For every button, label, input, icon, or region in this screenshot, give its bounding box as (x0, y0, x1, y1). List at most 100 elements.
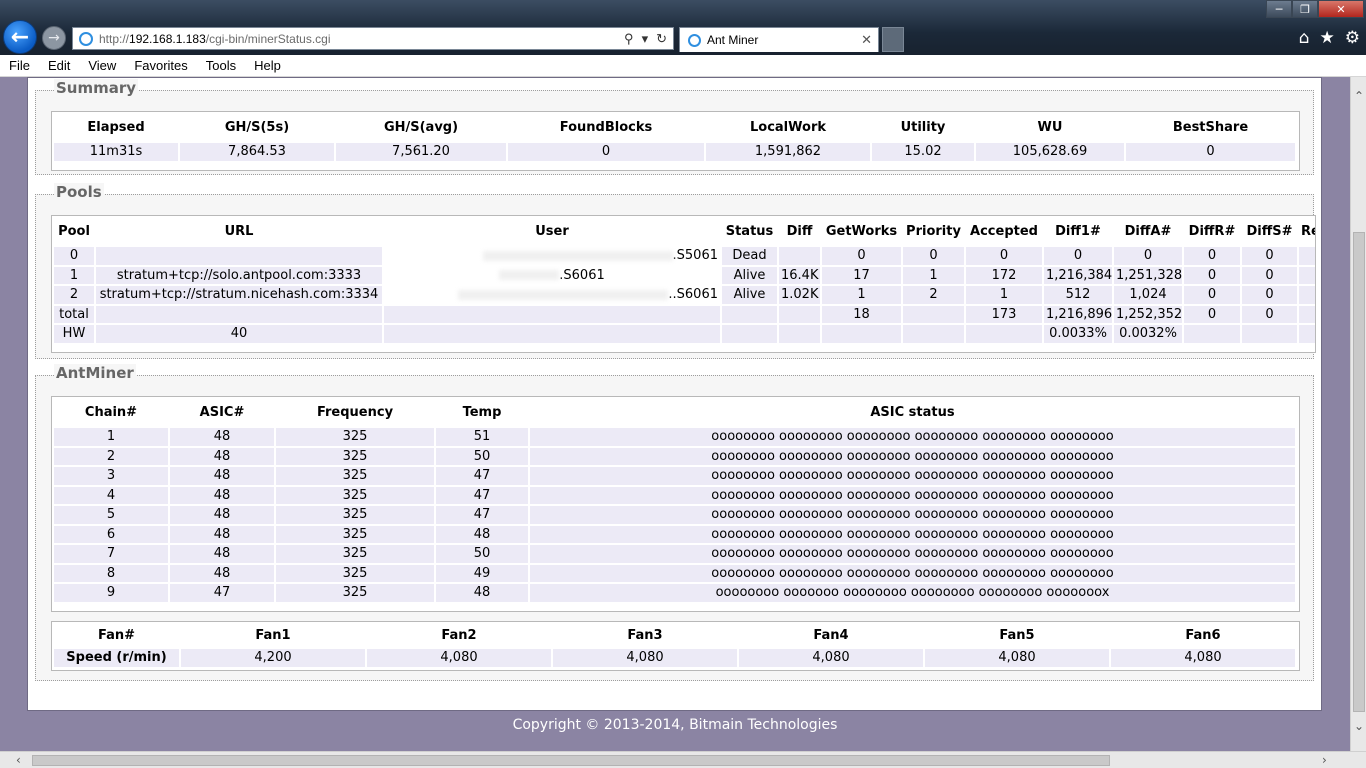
summary-cell: 11m31s (54, 143, 178, 161)
chain-cell: 48 (170, 525, 274, 543)
pools-legend: Pools (54, 183, 104, 201)
fans-header: Fan6 (1185, 628, 1221, 643)
fan-speed-label: Speed (r/min) (54, 649, 179, 667)
pool-cell: 0.0032% (1114, 325, 1182, 343)
chain-cell: 325 (276, 428, 434, 446)
pools-table: Pool URL User Status Diff GetWorks Prior… (52, 216, 1315, 345)
pool-cell (384, 325, 720, 343)
fans-header: Fan5 (999, 628, 1035, 643)
chain-cell: 48 (170, 486, 274, 504)
scroll-right-icon[interactable]: › (1322, 753, 1327, 767)
pool-cell: 173 (966, 305, 1042, 323)
redacted-blur (482, 250, 673, 261)
chain-cell: 47 (436, 506, 528, 524)
chains-header: Frequency (316, 405, 394, 420)
chain-cell: 47 (170, 584, 274, 602)
chain-cell: 2 (54, 447, 168, 465)
scroll-up-icon[interactable]: ⌃ (1351, 89, 1366, 103)
pool-cell: 0 (1299, 266, 1315, 284)
pools-header: Diff (786, 224, 813, 239)
chain-cell: 47 (436, 467, 528, 485)
pool-user: .S5061 (672, 248, 718, 264)
menu-tools[interactable]: Tools (197, 58, 245, 73)
horizontal-scrollbar[interactable]: ‹ › (0, 751, 1366, 768)
pool-row: 2 stratum+tcp://stratum.nicehash.com:333… (54, 286, 1315, 304)
chain-cell: 49 (436, 564, 528, 582)
pool-row: 0 .S5061 Dead 0 0 0 0 0 0 0 0 (54, 247, 1315, 265)
maximize-button[interactable]: ❐ (1292, 0, 1318, 18)
summary-header: GH/S(avg) (383, 120, 459, 135)
chain-cell: 47 (436, 486, 528, 504)
vertical-scrollbar[interactable]: ⌃ ⌄ (1350, 77, 1366, 751)
tab-ant-miner[interactable]: Ant Miner ✕ (679, 27, 879, 52)
horizontal-scroll-thumb[interactable] (32, 755, 1110, 766)
dropdown-icon[interactable]: ▾ (642, 31, 649, 47)
menu-view[interactable]: View (79, 58, 125, 73)
pool-cell: 1,252,352 (1114, 305, 1183, 323)
forward-button[interactable]: → (42, 26, 66, 50)
page-viewport: Summary Elapsed GH/S(5s) GH/S(avg) Found… (0, 77, 1350, 751)
scroll-left-icon[interactable]: ‹ (16, 753, 21, 767)
pool-cell: 0 (1299, 247, 1315, 265)
address-bar[interactable]: http://192.168.1.183/cgi-bin/minerStatus… (72, 27, 674, 50)
summary-header: WU (1037, 120, 1063, 135)
chain-cell: 325 (276, 525, 434, 543)
chains-header: Temp (462, 405, 502, 420)
chain-cell: 6 (54, 525, 168, 543)
chain-row: 6 48 325 48 oooooooo oooooooo oooooooo ooooo… (54, 525, 1295, 543)
pool-cell (903, 305, 964, 323)
chain-cell: 325 (276, 584, 434, 602)
chains-table: Chain# ASIC# Frequency Temp ASIC status … (52, 397, 1297, 604)
fans-table-box: Fan# Fan1 Fan2 Fan3 Fan4 Fan5 Fan6 Speed… (51, 621, 1300, 671)
pool-cell: 0 (1114, 247, 1182, 265)
pool-cell: 0 (54, 247, 94, 265)
search-icon[interactable]: ⚲ (624, 31, 634, 47)
pools-header: URL (224, 224, 254, 239)
pool-cell: 1,024 (1114, 286, 1182, 304)
chains-header: ASIC status (870, 405, 955, 420)
pool-cell: 2 (903, 286, 964, 304)
pool-cell: 1,251,328 (1114, 266, 1183, 284)
chain-cell: 50 (436, 545, 528, 563)
fan-speed-row: Speed (r/min) 4,200 4,080 4,080 4,080 4,… (54, 649, 1295, 667)
chain-cell: 8 (54, 564, 168, 582)
settings-gear-icon[interactable]: ⚙ (1345, 28, 1360, 48)
menu-favorites[interactable]: Favorites (125, 58, 196, 73)
chain-cell: 325 (276, 486, 434, 504)
scroll-down-icon[interactable]: ⌄ (1351, 719, 1366, 733)
back-button[interactable]: ← (3, 20, 37, 54)
menu-help[interactable]: Help (245, 58, 290, 73)
chain-row: 2 48 325 50 oooooooo oooooooo oooooooo ooooo… (54, 447, 1295, 465)
pool-row: 1 stratum+tcp://solo.antpool.com:3333 .S… (54, 266, 1315, 284)
home-icon[interactable]: ⌂ (1299, 28, 1310, 48)
pools-table-box: Pool URL User Status Diff GetWorks Prior… (51, 215, 1316, 353)
menu-edit[interactable]: Edit (39, 58, 79, 73)
pools-header: Status (725, 224, 774, 239)
pool-cell: 17 (822, 266, 901, 284)
summary-row: 11m31s 7,864.53 7,561.20 0 1,591,862 15.… (54, 143, 1295, 161)
pool-cell (779, 305, 820, 323)
menu-file[interactable]: File (0, 58, 39, 73)
pool-cell: 2 (54, 286, 94, 304)
pool-cell: 1 (966, 286, 1042, 304)
close-window-button[interactable]: ✕ (1318, 0, 1364, 18)
pool-cell (966, 325, 1042, 343)
pool-cell: total (54, 305, 94, 323)
asic-status-cell: oooooooo oooooooo oooooooo oooooooo oooo… (530, 525, 1295, 543)
pool-cell: stratum+tcp://stratum.nicehash.com:3334 (96, 286, 382, 304)
minimize-button[interactable]: ─ (1266, 0, 1292, 18)
new-tab-button[interactable] (882, 27, 904, 52)
vertical-scroll-thumb[interactable] (1353, 232, 1365, 712)
browser-titlebar: ← → http://192.168.1.183/cgi-bin/minerSt… (0, 0, 1366, 55)
pool-cell: 16.4K (779, 266, 820, 284)
chain-row: 7 48 325 50 oooooooo oooooooo oooooooo ooooo… (54, 545, 1295, 563)
refresh-icon[interactable]: ↻ (656, 31, 667, 47)
favorites-star-icon[interactable]: ★ (1320, 28, 1335, 48)
chain-cell: 5 (54, 506, 168, 524)
summary-section: Summary Elapsed GH/S(5s) GH/S(avg) Found… (35, 79, 1314, 175)
chain-cell: 48 (436, 584, 528, 602)
chain-cell: 9 (54, 584, 168, 602)
close-tab-icon[interactable]: ✕ (861, 32, 872, 48)
pool-cell (779, 247, 820, 265)
pool-cell (903, 325, 964, 343)
